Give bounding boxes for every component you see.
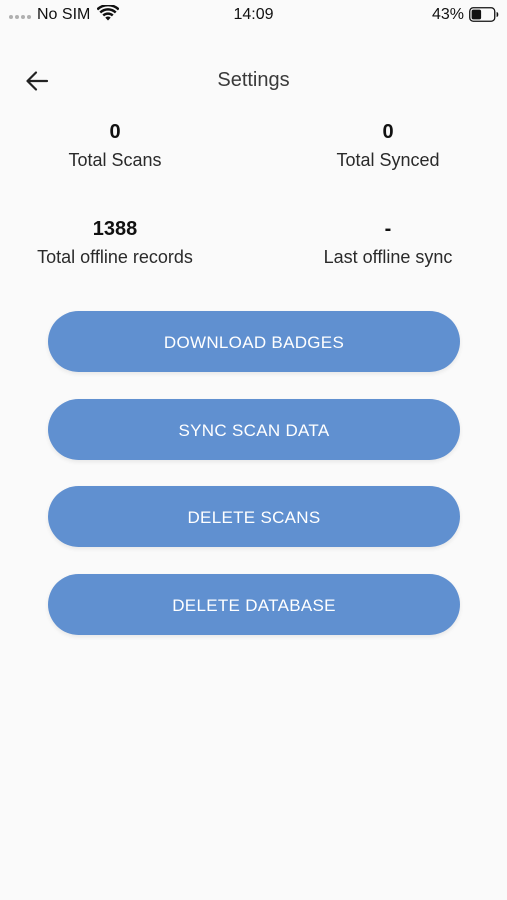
status-bar: No SIM 14:09 43% <box>0 0 507 30</box>
total-scans-value: 0 <box>109 121 121 143</box>
stat-total-synced: 0 Total Synced <box>278 119 498 171</box>
total-synced-value: 0 <box>382 121 394 143</box>
total-offline-records-label: Total offline records <box>37 247 193 267</box>
stat-total-scans: 0 Total Scans <box>5 119 225 171</box>
last-offline-sync-label: Last offline sync <box>323 247 453 267</box>
delete-scans-button[interactable]: DELETE SCANS <box>48 486 460 547</box>
download-badges-button[interactable]: DOWNLOAD BADGES <box>48 311 460 372</box>
battery-icon <box>469 7 499 22</box>
page-title: Settings <box>217 69 290 91</box>
stat-total-offline-records: 1388 Total offline records <box>5 216 225 268</box>
total-offline-records-value: 1388 <box>92 218 138 240</box>
stat-last-offline-sync: - Last offline sync <box>278 216 498 268</box>
status-time: 14:09 <box>233 6 274 23</box>
total-scans-label: Total Scans <box>68 150 162 170</box>
battery-percentage: 43% <box>431 6 464 23</box>
total-synced-label: Total Synced <box>336 150 440 170</box>
sync-scan-data-button[interactable]: SYNC SCAN DATA <box>48 399 460 460</box>
last-offline-sync-value: - <box>384 218 392 240</box>
delete-database-button[interactable]: DELETE DATABASE <box>48 574 460 635</box>
